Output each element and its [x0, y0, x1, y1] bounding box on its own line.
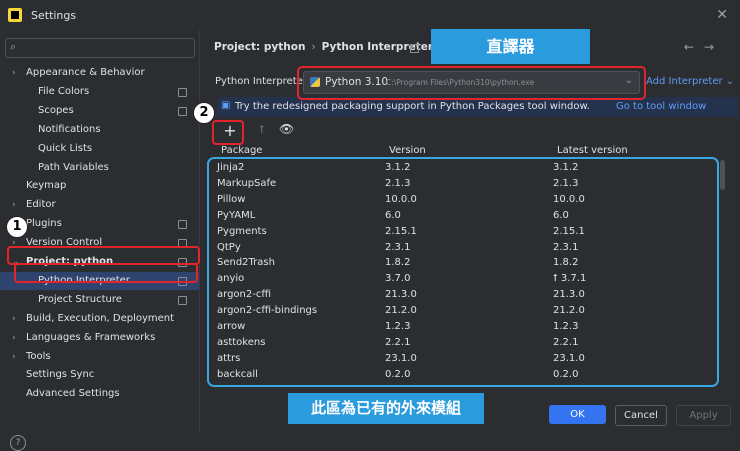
breadcrumb: Project: python › Python Interpreter	[214, 41, 433, 53]
sidebar-item[interactable]: Project Structure	[0, 291, 199, 309]
header-package[interactable]: Package	[221, 145, 262, 156]
info-banner: ▣ Try the redesigned packaging support i…	[217, 97, 738, 117]
go-to-tool-window-link[interactable]: Go to tool window	[616, 101, 706, 112]
sidebar-item-label: Settings Sync	[26, 369, 95, 381]
project-scope-icon	[178, 87, 187, 97]
project-scope-icon	[178, 220, 187, 230]
sidebar-item-label: Build, Execution, Deployment	[26, 312, 175, 324]
apply-button[interactable]: Apply	[676, 405, 731, 426]
sidebar-item[interactable]: Advanced Settings	[0, 385, 199, 403]
sidebar-item-label: File Colors	[38, 85, 90, 97]
sidebar-item-label: Quick Lists	[38, 142, 93, 154]
sidebar-item[interactable]: Notifications	[0, 121, 199, 139]
highlight-package-table	[207, 157, 719, 387]
callout-interpreter: 直譯器	[431, 29, 590, 64]
sidebar-item[interactable]: Plugins	[0, 215, 199, 233]
sidebar-item-label: Project Structure	[38, 293, 122, 305]
highlight-python-interpreter	[14, 263, 198, 283]
chevron-right-icon[interactable]: ›	[12, 196, 16, 214]
highlight-interpreter-select	[297, 66, 646, 100]
settings-sidebar: ⌕ › Appearance & Behavior File Colors Scope…	[0, 30, 200, 451]
header-version[interactable]: Version	[389, 145, 426, 156]
close-icon[interactable]: ✕	[716, 7, 728, 23]
back-arrow-icon[interactable]: ←	[684, 40, 704, 54]
sidebar-item[interactable]: Quick Lists	[0, 140, 199, 158]
forward-arrow-icon[interactable]: →	[704, 40, 724, 54]
chevron-right-icon[interactable]: ›	[12, 348, 16, 366]
header-latest-version[interactable]: Latest version	[557, 145, 628, 156]
highlight-add-button	[212, 120, 244, 145]
callout-packages: 此區為已有的外來模組	[288, 393, 484, 424]
sidebar-item-label: Appearance & Behavior	[26, 67, 145, 78]
search-icon: ⌕	[10, 40, 17, 53]
sidebar-item-label: Path Variables	[38, 161, 109, 173]
sidebar-item[interactable]: › Editor	[0, 196, 199, 214]
title-bar: Settings ✕	[0, 0, 740, 30]
interpreter-label: Python Interpreter:	[215, 76, 311, 87]
cancel-button[interactable]: Cancel	[615, 405, 667, 426]
sidebar-item-label: Languages & Frameworks	[26, 331, 156, 343]
chevron-right-icon[interactable]: ›	[12, 329, 16, 347]
sidebar-item[interactable]: › Appearance & Behavior	[0, 64, 199, 82]
window-title: Settings	[31, 9, 77, 22]
sidebar-item-label: Tools	[26, 350, 51, 362]
help-icon[interactable]: ?	[10, 435, 26, 451]
sidebar-item[interactable]: › Build, Execution, Deployment	[0, 310, 199, 328]
project-scope-icon	[178, 106, 187, 116]
table-scrollbar[interactable]	[720, 160, 725, 190]
app-logo-icon	[8, 8, 22, 22]
breadcrumb-separator-icon: ›	[311, 41, 316, 53]
step-badge-2: 2	[193, 102, 215, 124]
sidebar-item[interactable]: Scopes	[0, 102, 199, 120]
sidebar-item[interactable]: Keymap	[0, 177, 199, 195]
settings-search-input[interactable]: ⌕	[5, 38, 195, 58]
sidebar-item-label: Scopes	[38, 104, 74, 116]
sidebar-item[interactable]: Settings Sync	[0, 366, 199, 384]
chevron-right-icon[interactable]: ›	[12, 310, 16, 328]
package-icon: ▣	[221, 100, 231, 111]
sidebar-item-label: Plugins	[26, 218, 62, 230]
ok-button[interactable]: OK	[549, 405, 606, 424]
sidebar-item[interactable]: › Tools	[0, 348, 199, 366]
sidebar-item-label: Editor	[26, 199, 56, 211]
sidebar-item[interactable]: File Colors	[0, 83, 199, 101]
banner-text: Try the redesigned packaging support in …	[235, 101, 590, 112]
project-scope-icon	[410, 44, 419, 53]
sidebar-item[interactable]: Path Variables	[0, 159, 199, 177]
sidebar-item-label: Notifications	[38, 123, 101, 135]
add-interpreter-link[interactable]: Add Interpreter ⌄	[646, 76, 734, 87]
project-scope-icon	[178, 295, 187, 305]
show-early-releases-icon[interactable]: 👁	[279, 122, 294, 136]
sidebar-item[interactable]: › Languages & Frameworks	[0, 329, 199, 347]
sidebar-item-label: Keymap	[26, 180, 67, 192]
step-badge-1: 1	[6, 216, 28, 238]
breadcrumb-project[interactable]: Project: python	[214, 41, 305, 53]
history-nav[interactable]: ←→	[684, 40, 724, 54]
upgrade-package-icon[interactable]: ⭡	[259, 123, 264, 137]
chevron-right-icon[interactable]: ›	[12, 64, 16, 82]
sidebar-item-label: Advanced Settings	[26, 388, 120, 400]
